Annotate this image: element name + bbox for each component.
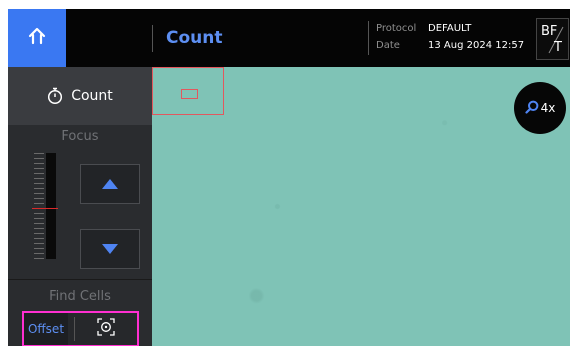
protocol-info: Protocol DEFAULT Date 13 Aug 2024 12:57 xyxy=(376,20,524,54)
focus-scale-ticks xyxy=(34,153,44,259)
minimap[interactable] xyxy=(152,67,224,115)
find-cells-controls: Offset xyxy=(22,311,139,346)
sidebar: Count Focus Find Cells Offset xyxy=(8,67,152,346)
count-button-label: Count xyxy=(71,88,113,104)
microscope-view[interactable]: 4x xyxy=(152,67,570,346)
arrow-down-icon xyxy=(101,240,119,259)
focus-scale xyxy=(30,153,60,261)
top-bar: Count Protocol DEFAULT Date 13 Aug 2024 … xyxy=(8,9,570,67)
date-value: 13 Aug 2024 12:57 xyxy=(428,40,525,51)
focus-up-button[interactable] xyxy=(80,164,140,204)
home-icon xyxy=(27,27,47,49)
count-button[interactable]: Count xyxy=(8,67,152,125)
app-window: Count Protocol DEFAULT Date 13 Aug 2024 … xyxy=(8,9,570,346)
focus-label: Focus xyxy=(61,129,99,144)
meta-divider xyxy=(368,21,369,55)
timer-icon xyxy=(47,87,63,105)
sidebar-divider xyxy=(8,279,152,280)
mode-bf-label: BF xyxy=(541,24,558,39)
zoom-button[interactable]: 4x xyxy=(514,82,566,134)
protocol-label: Protocol xyxy=(376,23,417,34)
home-button[interactable] xyxy=(8,9,66,67)
magnifier-icon xyxy=(525,99,539,118)
focus-position-marker xyxy=(32,208,58,209)
zoom-level: 4x xyxy=(540,101,556,115)
offset-button[interactable]: Offset xyxy=(24,313,68,345)
focus-scale-bar xyxy=(46,153,56,259)
page-title: Count xyxy=(166,28,223,48)
locate-target-icon xyxy=(97,318,115,340)
offset-button-label: Offset xyxy=(27,322,65,336)
date-label: Date xyxy=(376,40,400,51)
title-divider xyxy=(152,25,153,52)
protocol-value: DEFAULT xyxy=(428,23,472,34)
arrow-up-icon xyxy=(101,175,119,194)
find-cells-label: Find Cells xyxy=(49,289,111,304)
imaging-mode-button[interactable]: BF T xyxy=(536,18,569,60)
focus-down-button[interactable] xyxy=(80,229,140,269)
mode-t-label: T xyxy=(554,40,562,55)
locate-cells-button[interactable] xyxy=(75,313,137,345)
minimap-view-region xyxy=(181,89,198,99)
